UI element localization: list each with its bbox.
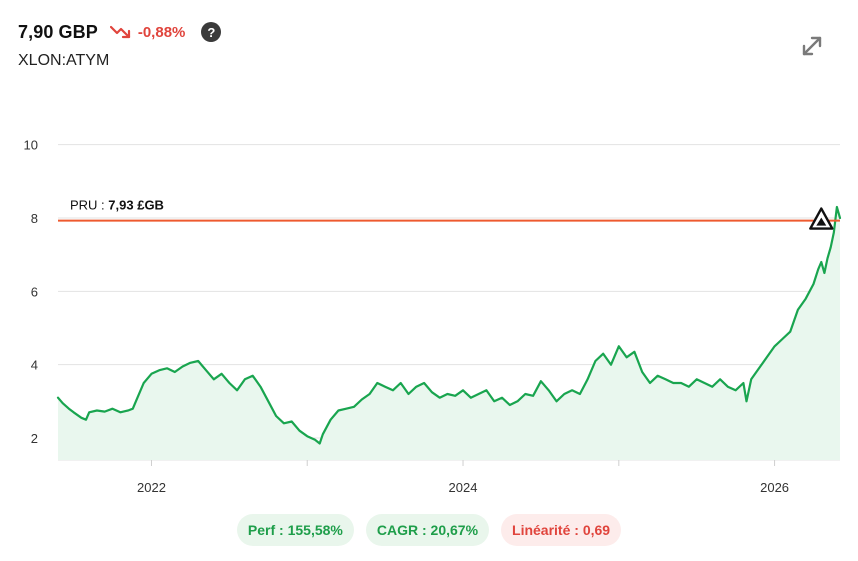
y-tick-label: 4 [31, 358, 38, 373]
price-chart: 2 4 6 8 10 2022 2024 2026 PRU : 7,93 £GB [24, 138, 842, 495]
y-tick-label: 8 [31, 211, 38, 226]
x-tick-label: 2022 [137, 480, 166, 495]
y-tick-label: 10 [24, 138, 38, 153]
x-tick-label: 2024 [449, 480, 478, 495]
y-tick-label: 6 [31, 284, 38, 299]
x-tick-label: 2026 [760, 480, 789, 495]
metrics-row: Perf : 155,58% CAGR : 20,67% Linéarité :… [0, 514, 858, 546]
linearity-badge: Linéarité : 0,69 [501, 514, 622, 546]
pru-label: PRU : 7,93 £GB [70, 198, 164, 213]
y-tick-label: 2 [31, 431, 38, 446]
pru-label-value: 7,93 £GB [108, 198, 164, 213]
pru-label-prefix: PRU : [70, 198, 108, 213]
perf-badge: Perf : 155,58% [236, 514, 354, 546]
cagr-badge: CAGR : 20,67% [365, 514, 490, 546]
price-area [58, 207, 840, 460]
